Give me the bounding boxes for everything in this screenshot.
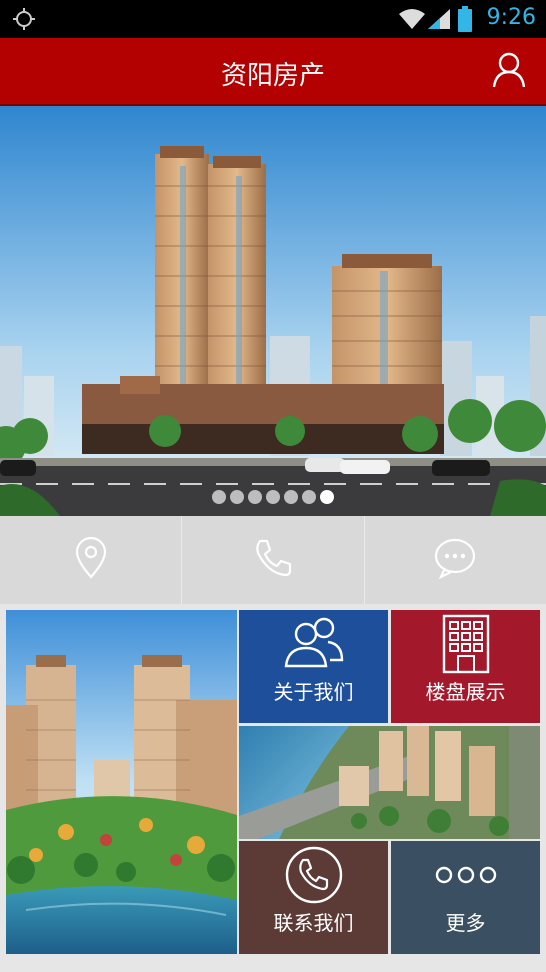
chat-icon	[433, 537, 477, 583]
gps-icon	[12, 7, 36, 35]
phone-button[interactable]	[182, 516, 365, 604]
banner-image	[0, 106, 546, 516]
chat-button[interactable]	[365, 516, 546, 604]
banner-carousel[interactable]	[0, 106, 546, 516]
phone-circle-icon	[239, 845, 388, 909]
carousel-dot[interactable]	[284, 490, 298, 504]
page-title: 资阳房产	[220, 61, 325, 91]
wifi-icon	[398, 8, 426, 34]
signal-icon	[426, 8, 452, 34]
status-time: 9:26	[486, 5, 536, 30]
quick-action-bar	[0, 516, 546, 604]
people-icon	[239, 614, 388, 674]
building-icon	[391, 614, 540, 678]
carousel-dot[interactable]	[230, 490, 244, 504]
about-us-label: 关于我们	[273, 680, 354, 704]
contact-us-label: 联系我们	[273, 911, 354, 935]
more-icon	[391, 845, 540, 909]
carousel-dot[interactable]	[248, 490, 262, 504]
about-us-tile[interactable]: 关于我们	[239, 610, 388, 723]
featured-project-tile[interactable]	[6, 610, 237, 954]
location-button[interactable]	[0, 516, 183, 604]
phone-icon	[252, 537, 294, 583]
aerial-view-image	[239, 726, 540, 839]
carousel-dot-active[interactable]	[320, 490, 334, 504]
aerial-view-tile[interactable]	[239, 726, 540, 839]
carousel-dot[interactable]	[302, 490, 316, 504]
more-tile[interactable]: 更多	[391, 841, 540, 954]
status-bar: 9:26	[0, 0, 546, 38]
carousel-dot[interactable]	[212, 490, 226, 504]
more-label: 更多	[445, 911, 486, 935]
user-icon[interactable]	[492, 52, 526, 92]
battery-icon	[458, 6, 472, 36]
projects-label: 楼盘展示	[425, 680, 506, 704]
carousel-indicator[interactable]	[0, 490, 546, 504]
contact-us-tile[interactable]: 联系我们	[239, 841, 388, 954]
location-icon	[75, 536, 107, 583]
home-tile-grid: 关于我们 楼盘展示 联系我们 更多	[6, 610, 540, 954]
projects-tile[interactable]: 楼盘展示	[391, 610, 540, 723]
featured-project-image	[6, 610, 237, 954]
app-header: 资阳房产	[0, 38, 546, 106]
carousel-dot[interactable]	[266, 490, 280, 504]
